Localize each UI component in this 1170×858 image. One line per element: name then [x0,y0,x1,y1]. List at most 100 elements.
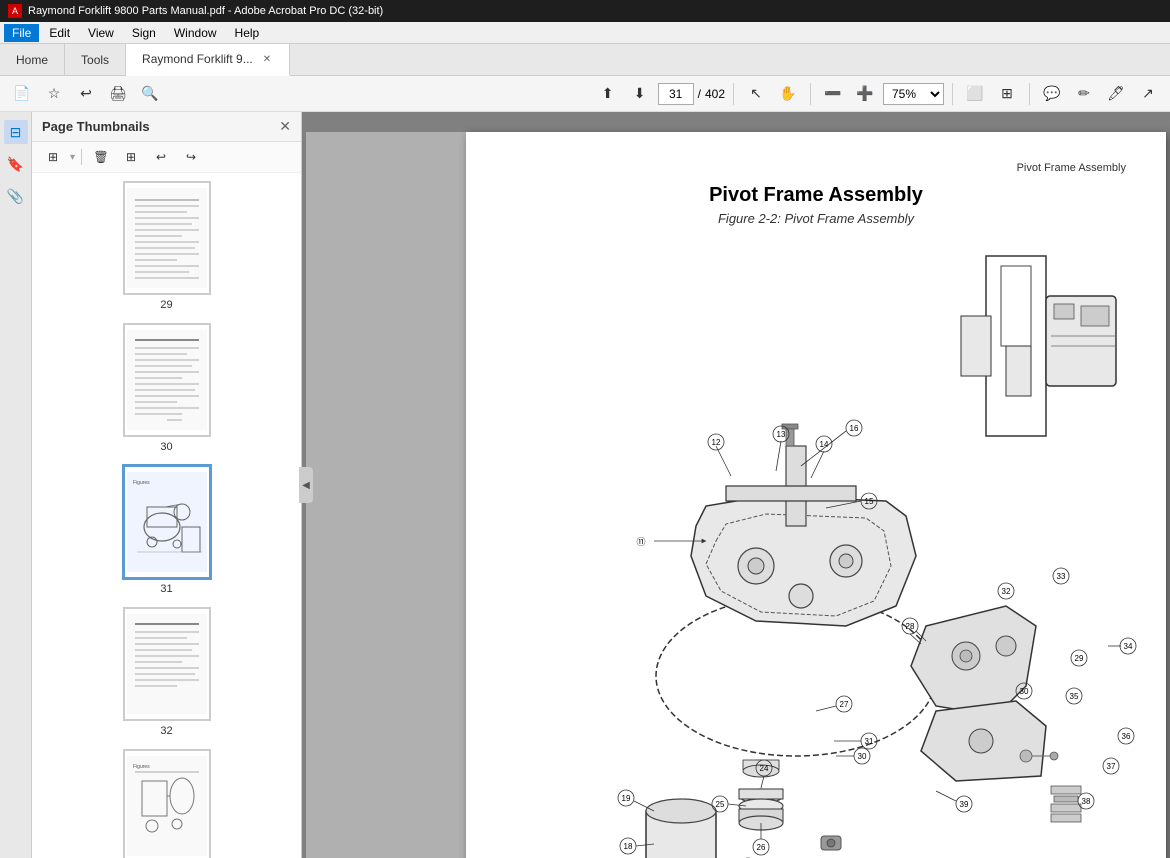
bookmark-button[interactable]: ☆ [40,81,68,107]
page-total: 402 [705,87,725,101]
svg-text:30: 30 [1020,687,1029,696]
menu-bar: File Edit View Sign Window Help [0,22,1170,44]
pdf-area[interactable]: Pivot Frame Assembly Pivot Frame Assembl… [302,112,1170,858]
thumb-label-29: 29 [160,299,172,311]
svg-text:27: 27 [840,700,849,709]
svg-text:34: 34 [1124,642,1133,651]
marquee-zoom-button[interactable]: ⊞ [993,81,1021,107]
thumb-img-31: Figures [123,465,211,579]
svg-text:⑪: ⑪ [636,537,645,547]
svg-text:35: 35 [1070,692,1079,701]
tab-document-label: Raymond Forklift 9... [142,52,253,66]
menu-view[interactable]: View [80,24,122,42]
thumbnail-33[interactable]: Figures 33 [36,749,297,858]
svg-text:33: 33 [1057,572,1066,581]
highlight-button[interactable]: ✏ [1070,81,1098,107]
svg-text:39: 39 [960,800,969,809]
toolbar: 📄 ☆ ↩ 🖨 🔍 ⬆ ⬇ 31 / 402 ↖ ✋ ➖ ➕ 50% 75% 1… [0,76,1170,112]
menu-window[interactable]: Window [166,24,225,42]
thumbnail-30[interactable]: 30 [36,323,297,453]
page-subtitle: Figure 2-2: Pivot Frame Assembly [506,211,1126,226]
panel-title: Page Thumbnails [42,119,150,134]
svg-text:19: 19 [622,794,631,803]
thumbnail-31[interactable]: Figures 31 [36,465,297,595]
svg-text:31: 31 [865,737,874,746]
svg-text:13: 13 [777,430,786,439]
panel-redo-button[interactable]: ↪ [178,146,204,168]
page-number-input[interactable]: 31 [658,83,694,105]
tab-tools[interactable]: Tools [65,44,126,75]
thumb-img-29 [123,181,211,295]
new-file-button[interactable]: 📄 [8,81,36,107]
menu-file[interactable]: File [4,24,39,42]
page-header-label: Pivot Frame Assembly [506,162,1126,174]
zoom-out-button[interactable]: ➖ [819,81,847,107]
panel-delete-button[interactable]: 🗑 [88,146,114,168]
next-page-button[interactable]: ⬇ [626,81,654,107]
print-button[interactable]: 🖨 [104,81,132,107]
draw-button[interactable]: 🖊 [1102,81,1130,107]
svg-text:24: 24 [760,764,769,773]
svg-text:Figures: Figures [133,480,150,486]
panel-toolbar: ⊞ ▾ 🗑 ⊞ ↩ ↪ [32,142,301,173]
sidebar-attachments-icon[interactable]: 📎 [4,184,28,208]
svg-text:30: 30 [858,752,867,761]
svg-text:15: 15 [865,497,874,506]
svg-text:28: 28 [906,622,915,631]
svg-text:16: 16 [850,424,859,433]
page-separator: / [698,87,701,101]
svg-text:18: 18 [624,842,633,851]
panel-layout-button[interactable]: ⊞ [40,146,66,168]
title-bar: A Raymond Forklift 9800 Parts Manual.pdf… [0,0,1170,22]
panel-extract-button[interactable]: ⊞ [118,146,144,168]
main-layout: ⊟ 🔖 📎 Page Thumbnails ✕ ⊞ ▾ 🗑 ⊞ ↩ ↪ [0,112,1170,858]
share-button[interactable]: ↗ [1134,81,1162,107]
thumbnails-panel: Page Thumbnails ✕ ⊞ ▾ 🗑 ⊞ ↩ ↪ [32,112,302,858]
diagram-area: ⑪ 12 13 14 15 [506,246,1126,858]
menu-sign[interactable]: Sign [124,24,164,42]
menu-help[interactable]: Help [227,24,268,42]
tab-home[interactable]: Home [0,44,65,75]
thumbnails-list[interactable]: 29 [32,173,301,858]
svg-text:Figures: Figures [133,764,150,770]
comment-button[interactable]: 💬 [1038,81,1066,107]
assembly-diagram: ⑪ 12 13 14 15 [506,246,1166,858]
sidebar-bookmarks-icon[interactable]: 🔖 [4,152,28,176]
thumb-label-32: 32 [160,725,172,737]
tab-close-button[interactable]: ✕ [261,52,273,67]
search-button[interactable]: 🔍 [136,81,164,107]
sidebar-pages-icon[interactable]: ⊟ [4,120,28,144]
svg-text:29: 29 [1075,654,1084,663]
panel-header: Page Thumbnails ✕ [32,112,301,142]
page-navigation: ⬆ ⬇ 31 / 402 [594,81,725,107]
svg-text:25: 25 [716,800,725,809]
svg-text:12: 12 [712,438,721,447]
panel-collapse-button[interactable]: ◀ [299,467,313,503]
select-tool-button[interactable]: ↖ [742,81,770,107]
panel-undo-button[interactable]: ↩ [148,146,174,168]
fit-page-button[interactable]: ⬜ [961,81,989,107]
thumb-img-33: Figures [123,749,211,858]
pdf-page: Pivot Frame Assembly Pivot Frame Assembl… [466,132,1166,858]
title-bar-text: Raymond Forklift 9800 Parts Manual.pdf -… [28,5,383,17]
thumbnail-32[interactable]: 32 [36,607,297,737]
thumbnail-29[interactable]: 29 [36,181,297,311]
panel-close-button[interactable]: ✕ [279,118,291,135]
sidebar-icons: ⊟ 🔖 📎 [0,112,32,858]
svg-text:38: 38 [1082,797,1091,806]
hand-tool-button[interactable]: ✋ [774,81,802,107]
zoom-select[interactable]: 50% 75% 100% 125% 150% 200% [883,83,944,105]
prev-page-button[interactable]: ⬆ [594,81,622,107]
menu-edit[interactable]: Edit [41,24,78,42]
thumb-img-32 [123,607,211,721]
thumb-label-31: 31 [160,583,172,595]
tab-bar: Home Tools Raymond Forklift 9... ✕ [0,44,1170,76]
svg-text:37: 37 [1107,762,1116,771]
tab-document[interactable]: Raymond Forklift 9... ✕ [126,44,290,76]
history-back-button[interactable]: ↩ [72,81,100,107]
app-icon: A [8,4,22,18]
page-title: Pivot Frame Assembly [506,184,1126,207]
svg-text:32: 32 [1002,587,1011,596]
zoom-in-button[interactable]: ➕ [851,81,879,107]
thumb-img-30 [123,323,211,437]
